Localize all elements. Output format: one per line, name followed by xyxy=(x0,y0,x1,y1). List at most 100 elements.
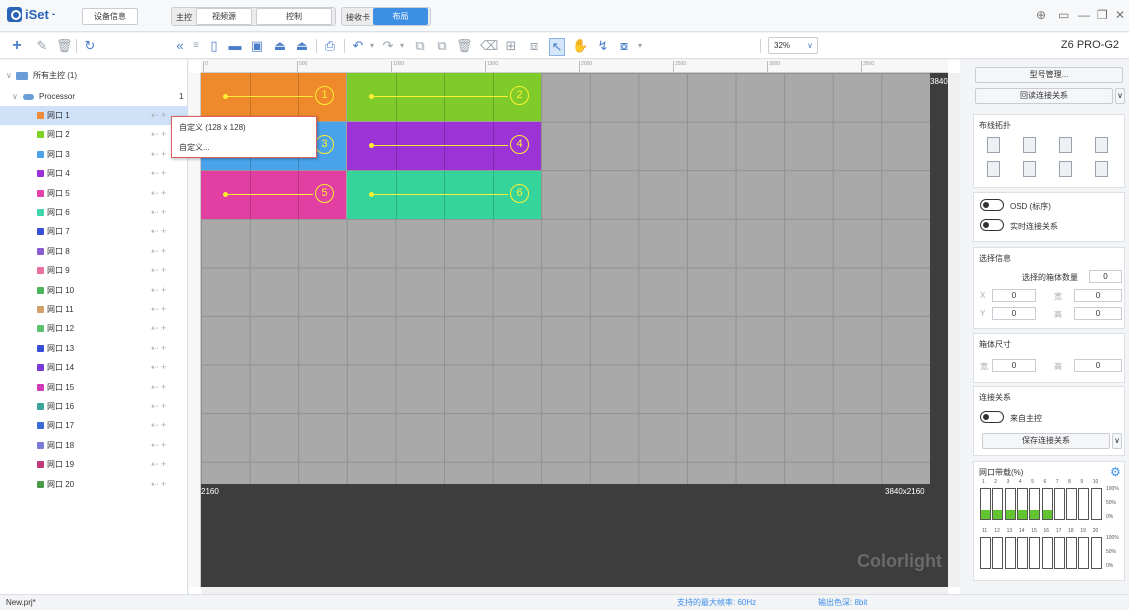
collapse-icon[interactable]: « xyxy=(172,38,188,54)
port-move-icon[interactable]: ⇠ + xyxy=(151,242,166,261)
save-icon[interactable]: ▣ xyxy=(249,38,265,54)
refresh-icon[interactable]: ↻ xyxy=(82,38,98,54)
new-file-icon[interactable]: ▯ xyxy=(206,38,222,54)
maximize-icon[interactable]: ❐ xyxy=(1097,8,1108,22)
port-move-icon[interactable]: ⇠ + xyxy=(151,281,166,300)
undo-dropdown-icon[interactable]: ▾ xyxy=(364,38,380,54)
print-icon[interactable]: ⎙ xyxy=(322,38,338,54)
chevron-down-icon[interactable]: ∨ xyxy=(12,87,18,106)
tree-port-item[interactable]: 网口 1 ⇠ + xyxy=(0,106,188,125)
add-icon[interactable]: + xyxy=(9,38,25,54)
size-h-field[interactable]: 0 xyxy=(1074,359,1122,372)
layout-tab[interactable]: 布局 xyxy=(373,8,428,25)
save-connection-button[interactable]: 保存连接关系 xyxy=(982,433,1110,449)
topology-option-icon[interactable] xyxy=(1095,161,1108,177)
vertical-scrollbar[interactable] xyxy=(948,73,960,587)
h-field[interactable]: 0 xyxy=(1074,307,1122,320)
port-move-icon[interactable]: ⇠ + xyxy=(151,222,166,241)
paste-icon[interactable]: ⧉ xyxy=(434,38,450,54)
port-move-icon[interactable]: ⇠ + xyxy=(151,145,166,164)
port-move-icon[interactable]: ⇠ + xyxy=(151,164,166,183)
hand-pan-icon[interactable]: ✋ xyxy=(572,38,588,54)
cabinet-6[interactable]: 6 xyxy=(347,171,541,219)
tree-port-item[interactable]: 网口 13 ⇠ + xyxy=(0,339,188,358)
size-w-field[interactable]: 0 xyxy=(992,359,1036,372)
cabinet-4[interactable]: 4 xyxy=(347,122,541,170)
app-logo[interactable]: iSet - xyxy=(7,7,55,22)
list-icon[interactable]: ≡ xyxy=(188,38,204,54)
close-icon[interactable]: ✕ xyxy=(1115,8,1125,22)
cabinet-5[interactable]: 5 xyxy=(201,171,346,219)
port-move-icon[interactable]: ⇠ + xyxy=(151,416,166,435)
from-main-toggle[interactable] xyxy=(980,411,1004,423)
save-connection-dropdown[interactable]: ∨ xyxy=(1112,433,1122,449)
video-source-tab[interactable]: 视频源 xyxy=(196,8,252,25)
zoom-select[interactable]: 32% ∨ xyxy=(768,37,818,54)
port-move-icon[interactable]: ⇠ + xyxy=(151,455,166,474)
tree-port-item[interactable]: 网口 17 ⇠ + xyxy=(0,416,188,435)
minimize-icon[interactable]: — xyxy=(1078,8,1090,22)
port-move-icon[interactable]: ⇠ + xyxy=(151,319,166,338)
export-icon[interactable]: ⏏ xyxy=(294,38,310,54)
chevron-down-icon[interactable]: ∨ xyxy=(6,66,12,85)
copy-icon[interactable]: ⧉ xyxy=(412,38,428,54)
tree-port-item[interactable]: 网口 12 ⇠ + xyxy=(0,319,188,338)
model-manage-button[interactable]: 型号管理... xyxy=(975,67,1123,83)
redo-dropdown-icon[interactable]: ▾ xyxy=(394,38,410,54)
clear-icon[interactable]: 🗑 xyxy=(456,38,473,54)
tree-port-item[interactable]: 网口 15 ⇠ + xyxy=(0,378,188,397)
restore-icon[interactable]: ▭ xyxy=(1058,8,1069,22)
w-field[interactable]: 0 xyxy=(1074,289,1122,302)
port-move-icon[interactable]: ⇠ + xyxy=(151,261,166,280)
tree-port-item[interactable]: 网口 19 ⇠ + xyxy=(0,455,188,474)
arrange-icon[interactable]: ⧈ xyxy=(526,38,542,54)
menu-item-custom-128[interactable]: 自定义 (128 x 128) xyxy=(179,122,246,134)
port-move-icon[interactable]: ⇠ + xyxy=(151,358,166,377)
cabinet-2[interactable]: 2 xyxy=(347,73,541,121)
port-move-icon[interactable]: ⇠ + xyxy=(151,397,166,416)
topology-option-icon[interactable] xyxy=(1059,161,1072,177)
tree-processor[interactable]: ∨ Processor 1 xyxy=(0,87,188,106)
tree-port-item[interactable]: 网口 2 ⇠ + xyxy=(0,125,188,144)
settings-gear-icon[interactable]: ⚙ xyxy=(1110,465,1121,479)
port-move-icon[interactable]: ⇠ + xyxy=(151,203,166,222)
connect-line-icon[interactable]: ↯ xyxy=(595,38,611,54)
tree-port-item[interactable]: 网口 6 ⇠ + xyxy=(0,203,188,222)
topology-option-icon[interactable] xyxy=(1023,161,1036,177)
tree-port-item[interactable]: 网口 10 ⇠ + xyxy=(0,281,188,300)
edit-icon[interactable]: ✎ xyxy=(34,38,50,54)
tree-port-item[interactable]: 网口 4 ⇠ + xyxy=(0,164,188,183)
control-tab[interactable]: 控制 xyxy=(256,8,332,25)
port-move-icon[interactable]: ⇠ + xyxy=(151,125,166,144)
cabinet-1[interactable]: 1 xyxy=(201,73,346,121)
port-move-icon[interactable]: ⇠ + xyxy=(151,184,166,203)
snap-dropdown-icon[interactable]: ▾ xyxy=(632,38,648,54)
horizontal-scrollbar[interactable] xyxy=(201,587,948,594)
port-move-icon[interactable]: ⇠ + xyxy=(151,378,166,397)
device-info-tab[interactable]: 设备信息 xyxy=(82,8,138,25)
port-move-icon[interactable]: ⇠ + xyxy=(151,300,166,319)
snap-icon[interactable]: ⧇ xyxy=(616,38,632,54)
port-move-icon[interactable]: ⇠ + xyxy=(151,106,166,125)
align-icon[interactable]: ⊞ xyxy=(503,38,519,54)
tree-port-item[interactable]: 网口 14 ⇠ + xyxy=(0,358,188,377)
read-connection-dropdown[interactable]: ∨ xyxy=(1115,88,1125,104)
port-move-icon[interactable]: ⇠ + xyxy=(151,436,166,455)
delete-icon[interactable]: 🗑 xyxy=(56,38,73,54)
topology-option-icon[interactable] xyxy=(1023,137,1036,153)
import-icon[interactable]: ⏏ xyxy=(272,38,288,54)
y-field[interactable]: 0 xyxy=(992,307,1036,320)
selected-count-field[interactable]: 0 xyxy=(1089,270,1122,283)
tree-port-item[interactable]: 网口 16 ⇠ + xyxy=(0,397,188,416)
tree-root[interactable]: ∨ 所有主控 (1) xyxy=(0,66,188,85)
port-move-icon[interactable]: ⇠ + xyxy=(151,475,166,494)
tree-port-item[interactable]: 网口 5 ⇠ + xyxy=(0,184,188,203)
open-folder-icon[interactable]: ▬ xyxy=(227,38,243,54)
tree-port-item[interactable]: 网口 9 ⇠ + xyxy=(0,261,188,280)
menu-item-custom[interactable]: 自定义... xyxy=(179,142,210,154)
pin-icon[interactable]: ⊕ xyxy=(1036,8,1046,22)
topology-option-icon[interactable] xyxy=(1095,137,1108,153)
realtime-connection-toggle[interactable] xyxy=(980,219,1004,231)
x-field[interactable]: 0 xyxy=(992,289,1036,302)
eraser-icon[interactable]: ⌫ xyxy=(480,38,498,54)
